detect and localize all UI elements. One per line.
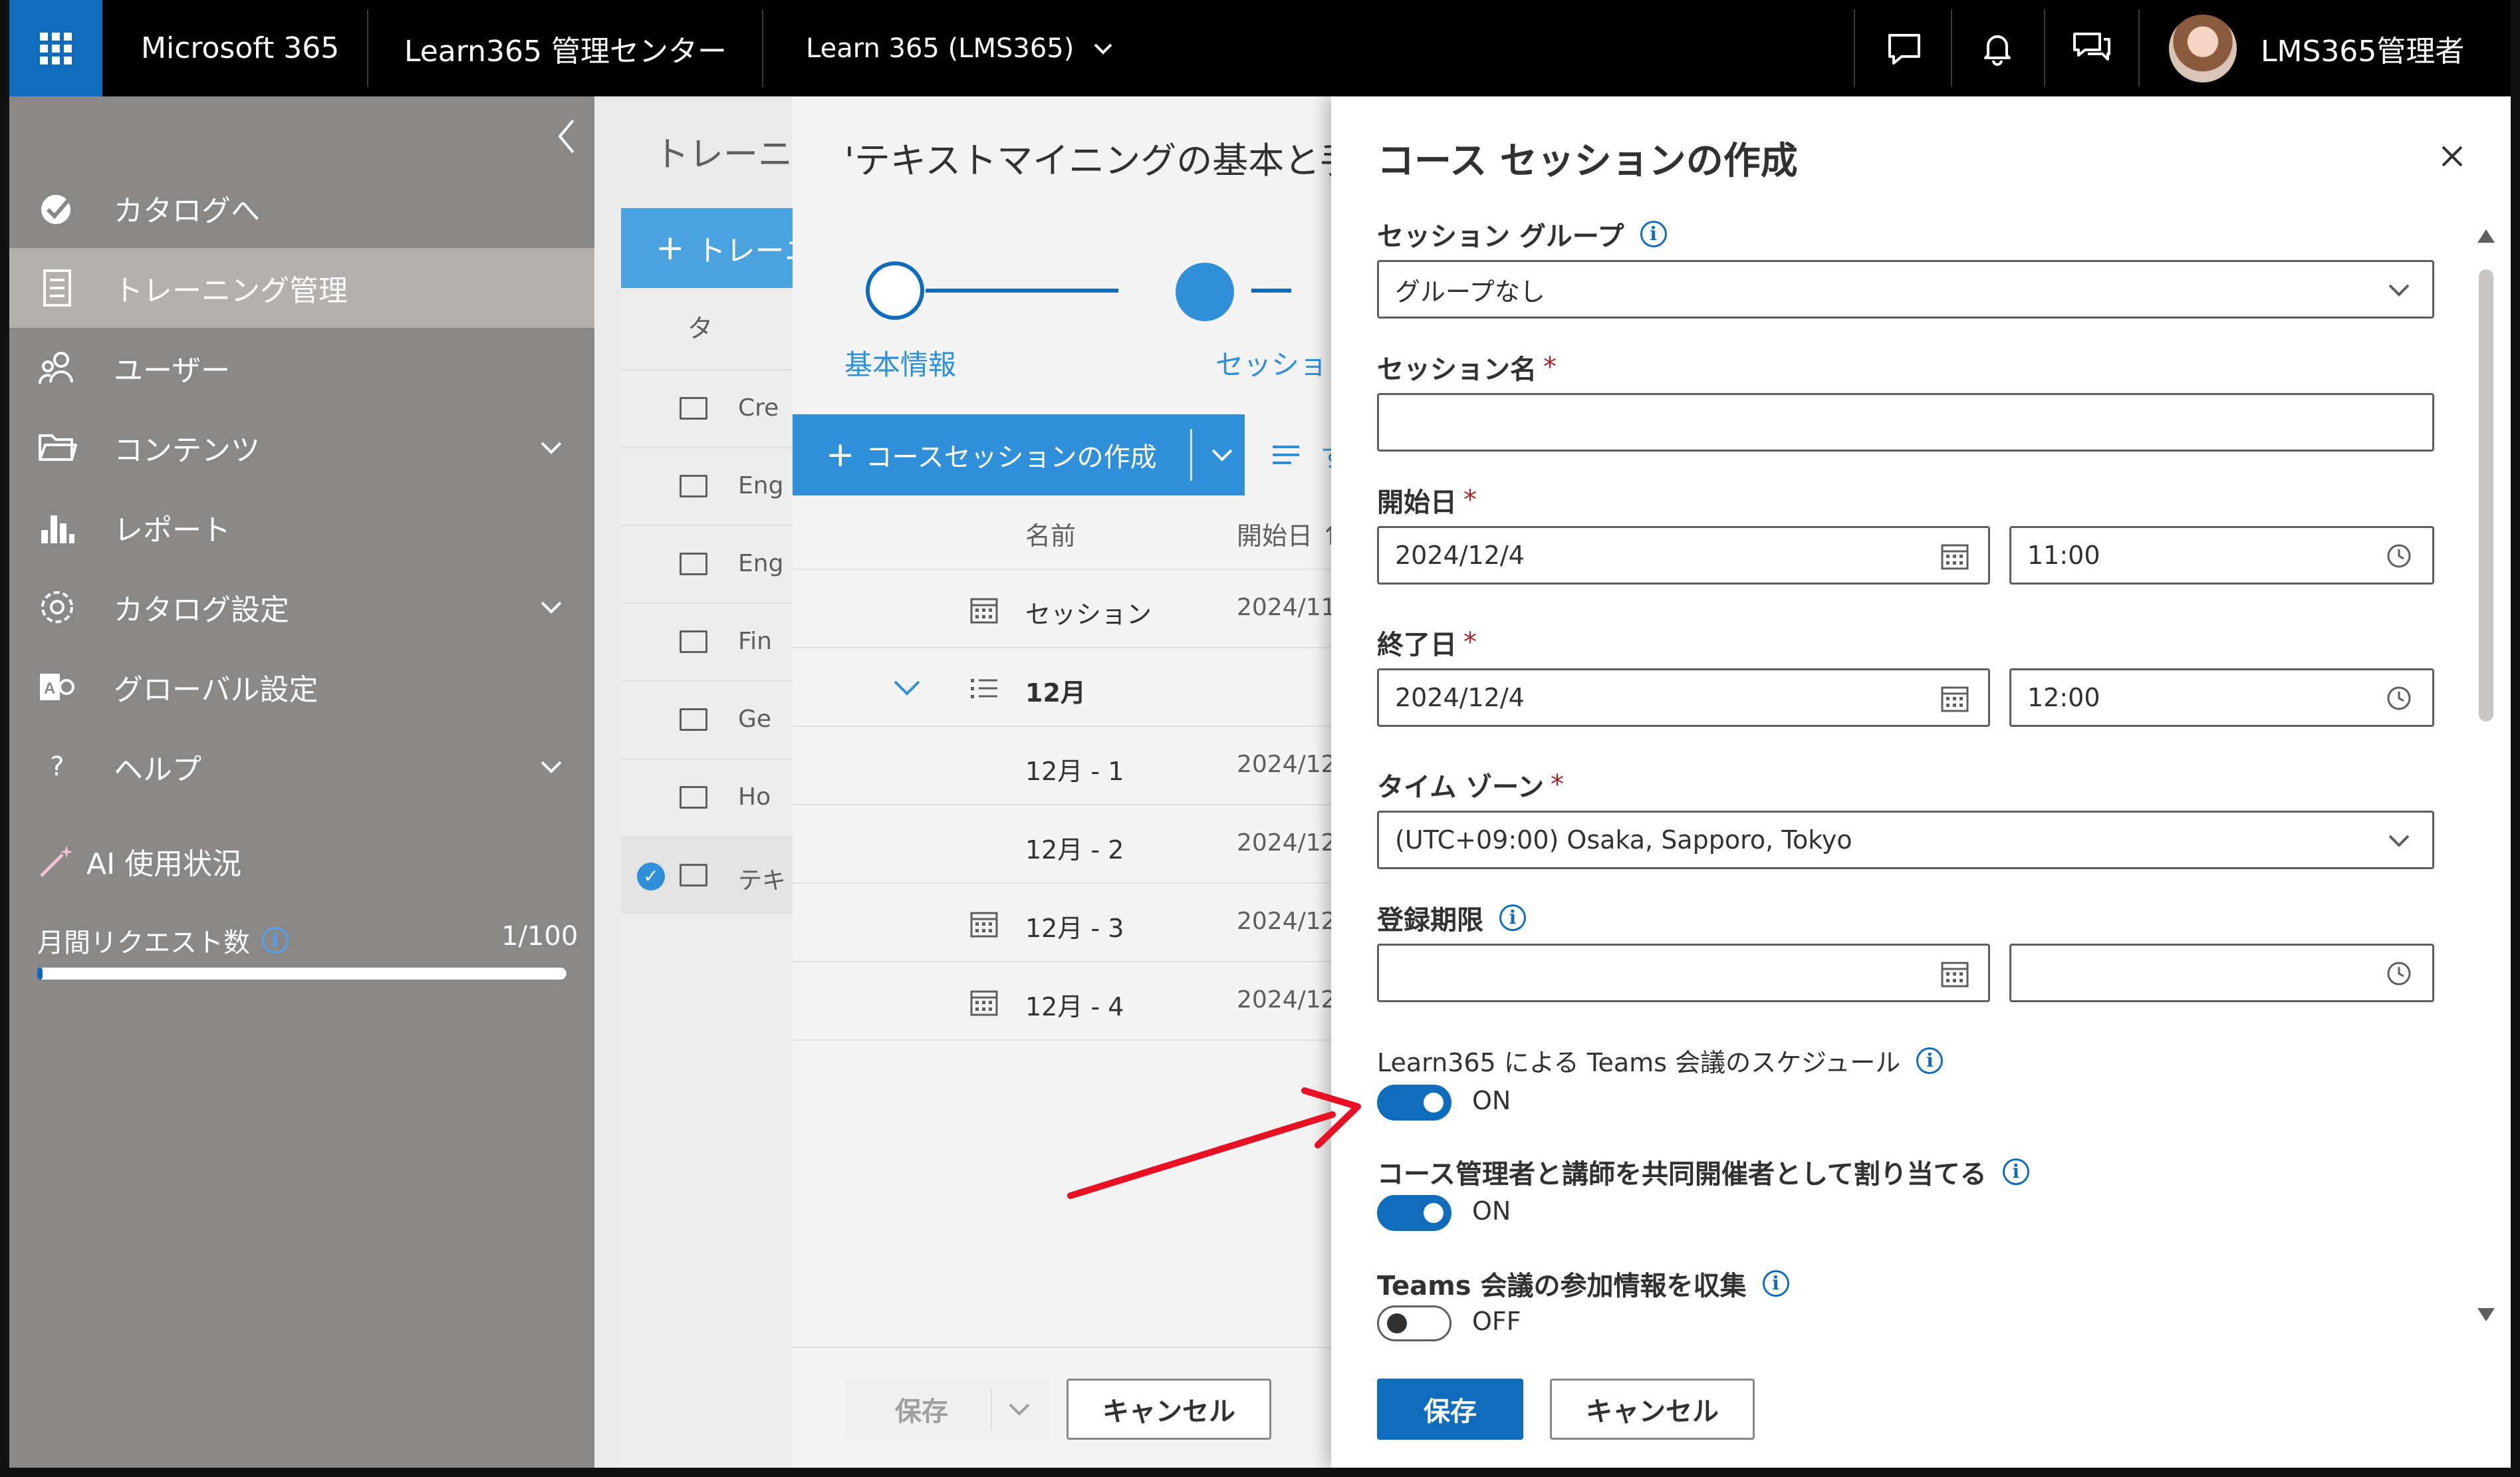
app-window: Microsoft 365 Learn365 管理センター Learn 365 … (9, 0, 2511, 1468)
annotation-arrow (1067, 1087, 1361, 1199)
